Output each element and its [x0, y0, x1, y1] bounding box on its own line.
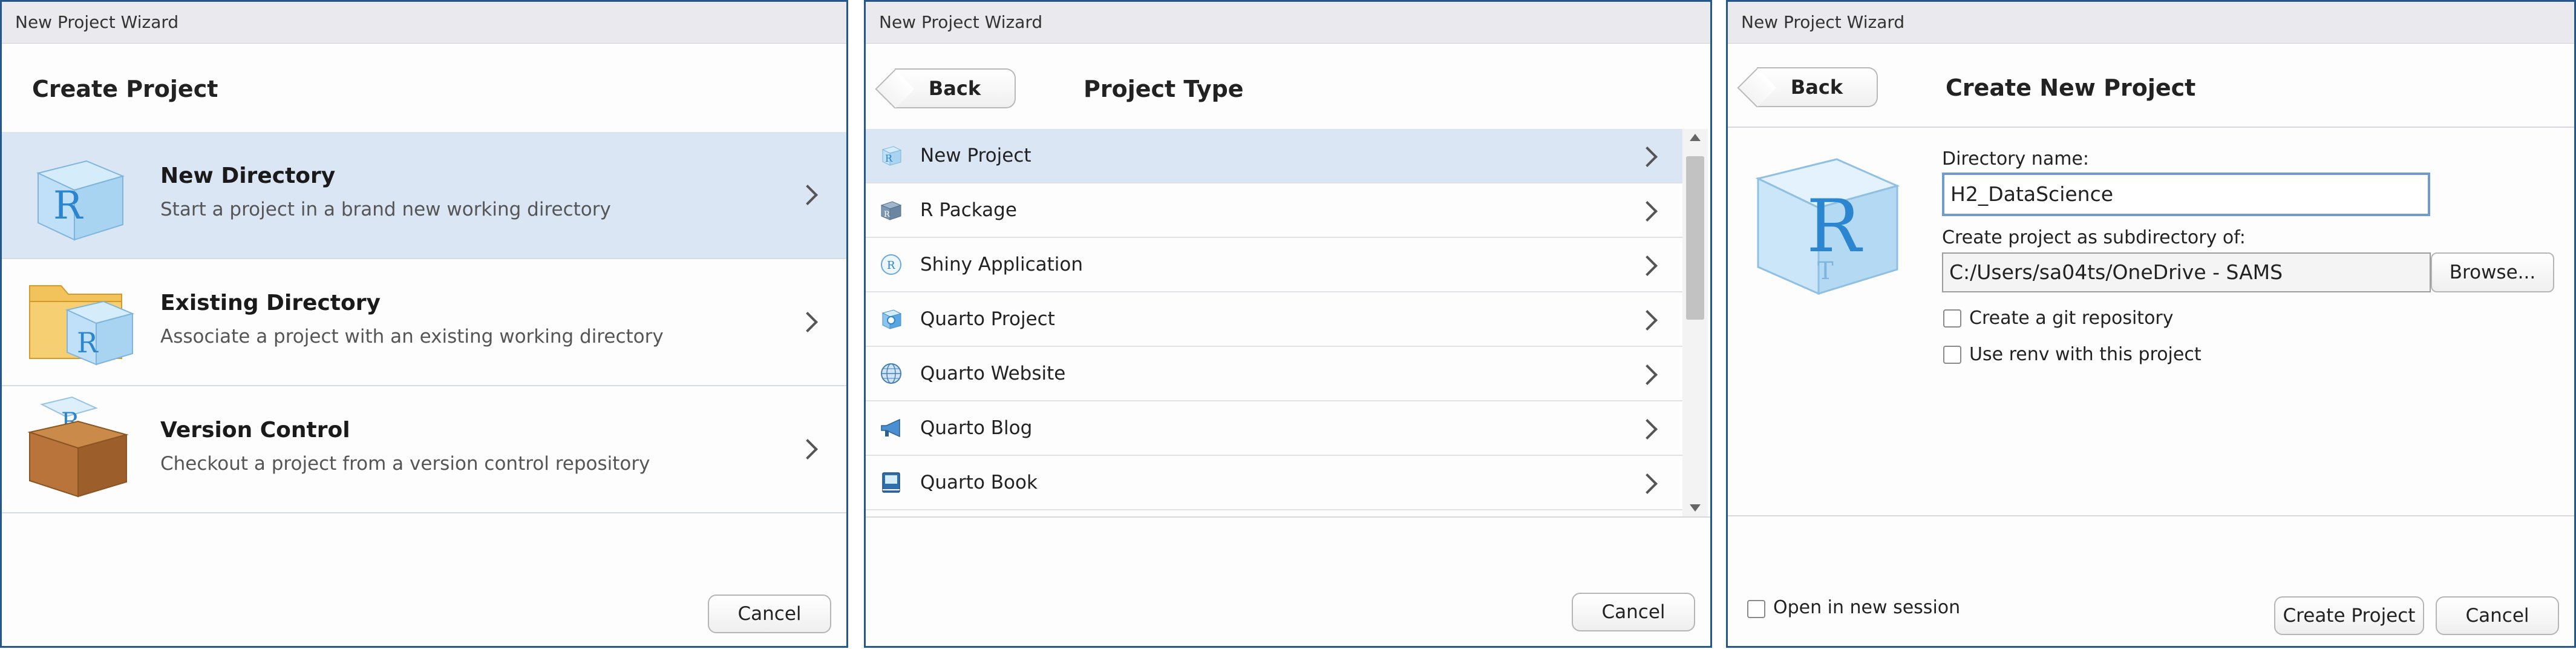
chevron-right-icon [1637, 310, 1658, 331]
list-item-label: Shiny Application [920, 254, 1083, 275]
r-cube-icon: R [881, 146, 902, 166]
megaphone-icon [881, 418, 900, 438]
option-subtitle: Checkout a project from a version contro… [160, 453, 650, 475]
option-title: Existing Directory [160, 291, 381, 315]
git-repository-checkbox[interactable] [1943, 309, 1961, 328]
list-item-quarto-website[interactable]: Quarto Website [866, 347, 1682, 401]
option-version-control[interactable]: R Version Control Checkout a project fro… [2, 386, 846, 513]
browse-button[interactable]: Browse... [2431, 252, 2554, 292]
scroll-down-icon[interactable] [1690, 504, 1701, 512]
chevron-right-icon [1637, 364, 1658, 385]
wizard-window-create-new-project: New Project Wizard Back Create New Proje… [1726, 0, 2576, 648]
list-item-quarto-book[interactable]: Quarto Book [866, 456, 1682, 510]
list-item-label: Quarto Blog [920, 417, 1033, 439]
subdirectory-label: Create project as subdirectory of: [1942, 227, 2246, 248]
option-new-directory[interactable]: R New Directory Start a project in a bra… [2, 132, 846, 259]
back-label: Back [928, 77, 981, 100]
svg-text:R: R [53, 183, 83, 228]
page-title: Create Project [32, 76, 218, 102]
use-renv-label: Use renv with this project [1969, 344, 2202, 365]
list-item-label: Quarto Website [920, 363, 1066, 384]
directory-name-label: Directory name: [1942, 148, 2089, 170]
window-title: New Project Wizard [1728, 2, 2574, 44]
list-item-quarto-project[interactable]: Quarto Project [866, 292, 1682, 347]
svg-text:R: R [887, 259, 895, 272]
divider [866, 516, 1710, 518]
scroll-thumb[interactable] [1686, 156, 1704, 320]
cancel-button[interactable]: Cancel [2436, 596, 2559, 635]
create-project-button[interactable]: Create Project [2274, 596, 2424, 635]
list-item-shiny-application[interactable]: R Shiny Application [866, 238, 1682, 292]
list-item-label: R Package [920, 199, 1017, 221]
list-item-label: Quarto Book [920, 472, 1038, 493]
page-title: Project Type [1084, 76, 1244, 102]
open-new-session-label: Open in new session [1773, 597, 1961, 618]
chevron-right-icon [1637, 473, 1658, 494]
list-item-r-package[interactable]: R R Package [866, 183, 1682, 238]
divider [1728, 127, 2574, 128]
svg-text:R: R [884, 210, 891, 219]
list-item-label: New Project [920, 145, 1031, 166]
page-title: Create New Project [1946, 74, 2196, 101]
svg-text:R: R [1806, 185, 1863, 269]
box-icon: R [27, 396, 129, 498]
list-item-new-project[interactable]: R New Project [866, 129, 1682, 183]
r-cube-icon: R [36, 160, 125, 241]
option-title: New Directory [160, 163, 336, 188]
option-existing-directory[interactable]: R Existing Directory Associate a project… [2, 259, 846, 386]
svg-text:T: T [1817, 257, 1834, 285]
book-icon [882, 472, 900, 493]
svg-text:R: R [77, 326, 99, 359]
list-item-quarto-blog[interactable]: Quarto Blog [866, 401, 1682, 456]
chevron-right-icon [797, 312, 818, 332]
window-title: New Project Wizard [2, 2, 846, 44]
option-title: Version Control [160, 418, 350, 443]
quarto-icon [881, 309, 902, 329]
r-cube-icon: R T [1755, 158, 1900, 295]
subdirectory-path-field[interactable]: C:/Users/sa04ts/OneDrive - SAMS [1942, 252, 2431, 292]
use-renv-checkbox[interactable] [1943, 346, 1961, 364]
vertical-scrollbar[interactable] [1682, 129, 1708, 516]
chevron-right-icon [1637, 419, 1658, 440]
window-title: New Project Wizard [866, 2, 1710, 44]
chevron-right-icon [1637, 255, 1658, 276]
chevron-right-icon [797, 439, 818, 460]
package-icon: R [880, 201, 902, 220]
back-button[interactable]: Back [1757, 67, 1878, 107]
chevron-right-icon [1637, 147, 1658, 167]
wizard-window-create-project: New Project Wizard Create Project R New … [0, 0, 848, 648]
chevron-right-icon [1637, 201, 1658, 222]
chevron-right-icon [797, 185, 818, 205]
option-subtitle: Start a project in a brand new working d… [160, 199, 611, 220]
svg-text:R: R [885, 153, 893, 164]
scroll-up-icon[interactable] [1690, 134, 1701, 141]
back-button[interactable]: Back [895, 68, 1016, 108]
wizard-window-project-type: New Project Wizard Back Project Type R N… [864, 0, 1712, 648]
open-new-session-checkbox[interactable] [1747, 600, 1765, 618]
folder-r-icon: R [29, 285, 135, 366]
cancel-button[interactable]: Cancel [708, 595, 831, 633]
cancel-button[interactable]: Cancel [1572, 593, 1695, 631]
git-repository-label: Create a git repository [1969, 308, 2174, 329]
directory-name-input[interactable]: H2_DataScience [1942, 173, 2430, 216]
back-label: Back [1790, 76, 1843, 99]
list-item-label: Quarto Project [920, 308, 1055, 330]
globe-icon [881, 363, 901, 384]
project-type-list: R New Project R R Package R Shiny Applic… [866, 129, 1682, 516]
shiny-icon: R [881, 254, 901, 275]
divider [1728, 515, 2574, 516]
option-subtitle: Associate a project with an existing wor… [160, 326, 664, 348]
